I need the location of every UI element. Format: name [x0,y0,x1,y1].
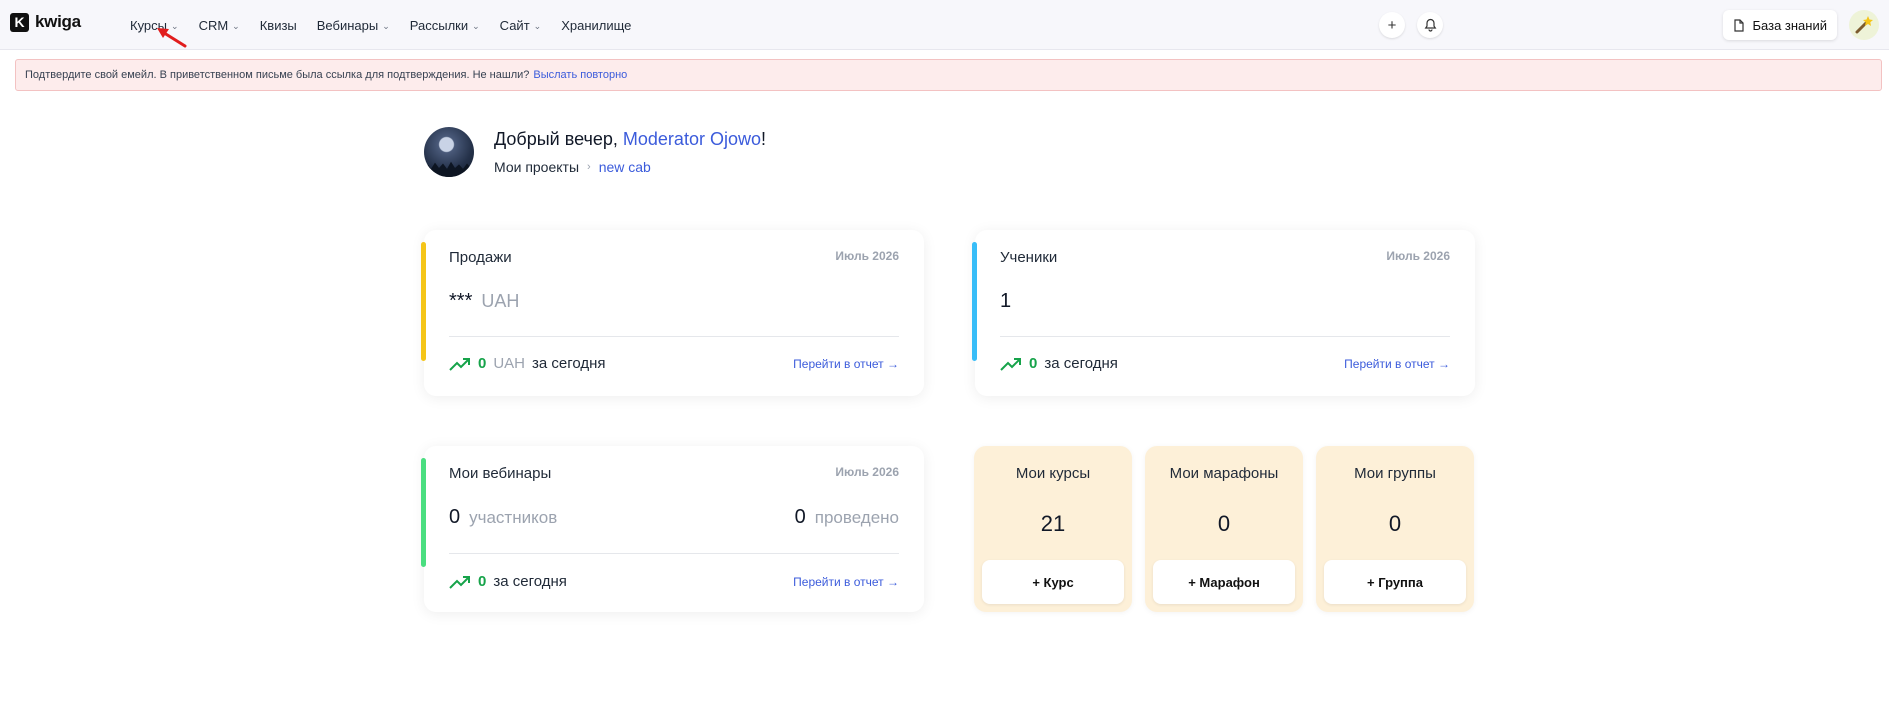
logo[interactable]: K kwiga [10,12,81,32]
nav-item-label: Рассылки [409,17,469,33]
tile-title: Мои группы [1354,465,1436,482]
today-label: за сегодня [493,573,567,590]
top-navbar: K kwiga Курсы ⌄ CRM ⌄ Квизы Вебинары ⌄ Р… [0,0,1889,50]
divider [449,336,899,337]
project-avatar [424,127,474,177]
webinars-accent-bar [421,458,426,567]
nav-item-label: CRM [198,17,229,33]
breadcrumb-root[interactable]: Мои проекты [494,159,579,175]
main-nav: Курсы ⌄ CRM ⌄ Квизы Вебинары ⌄ Рассылки … [120,0,641,50]
trending-up-icon [449,575,470,589]
nav-item-label: Вебинары [316,17,379,33]
email-confirmation-alert: Подтвердите свой емейл. В приветственном… [15,59,1882,91]
today-unit: UAH [493,355,526,372]
add-course-button[interactable]: + Курс [982,560,1124,604]
knowledge-base-button[interactable]: База знаний [1722,10,1837,40]
add-button[interactable]: + [1379,12,1405,38]
tile-count: 0 [1388,511,1402,536]
breadcrumb: Мои проекты › new cab [494,159,651,175]
greeting-prefix: Добрый вечер, [494,129,623,149]
nav-item-label: Сайт [499,17,530,33]
sales-value: *** UAH [449,290,519,313]
add-group-button[interactable]: + Группа [1324,560,1466,604]
wand-icon [1855,16,1873,34]
students-accent-bar [972,242,977,361]
card-date: Июль 2026 [835,249,899,263]
students-value: 1 [1000,290,1011,313]
today-label: за сегодня [532,355,606,372]
webinars-today: 0 за сегодня [449,573,567,590]
card-title: Мои вебинары [449,465,552,482]
greeting-title: Добрый вечер, Moderator Ojowo! [494,129,766,150]
document-link-icon [1733,18,1744,32]
add-marathon-button[interactable]: + Марафон [1153,560,1295,604]
students-card: Ученики Июль 2026 1 0 за сегодня Перейти… [972,230,1475,396]
today-value: 0 [478,573,487,590]
tile-count: 0 [1217,511,1231,536]
webinars-report-link[interactable]: Перейти в отчет → [793,575,899,589]
webinar-participants: 0 участников [449,506,557,529]
trending-up-icon [1000,357,1021,371]
alert-text: Подтвердите свой емейл. В приветственном… [25,69,530,81]
card-title: Продажи [449,249,512,266]
nav-item-mailings[interactable]: Рассылки ⌄ [400,0,490,50]
sales-card: Продажи Июль 2026 *** UAH 0 UAH за сегод… [421,230,924,396]
students-today: 0 за сегодня [1000,355,1118,372]
chevron-right-icon: › [587,161,591,173]
sales-amount: *** [449,290,473,312]
tile-count: 21 [1040,511,1066,536]
chevron-down-icon: ⌄ [533,20,542,31]
tile-title: Мои курсы [1015,465,1091,482]
trending-up-icon [449,357,470,371]
nav-item-crm[interactable]: CRM ⌄ [189,0,250,50]
user-avatar[interactable] [1849,10,1879,40]
nav-item-site[interactable]: Сайт ⌄ [490,0,552,50]
divider [449,553,899,554]
breadcrumb-current[interactable]: new cab [599,159,651,175]
held-value: 0 [794,506,806,528]
webinar-held: 0 проведено [795,506,899,529]
held-label: проведено [814,508,899,527]
sales-report-link[interactable]: Перейти в отчет → [793,357,899,371]
nav-item-webinars[interactable]: Вебинары ⌄ [307,0,400,50]
logo-icon: K [10,12,29,32]
greeting-user[interactable]: Moderator Ojowo [623,129,761,149]
webinars-card: Мои вебинары Июль 2026 0 участников 0 пр… [421,446,924,612]
resend-link[interactable]: Выслать повторно [533,69,627,81]
nav-item-label: Квизы [259,17,297,33]
notifications-button[interactable] [1417,12,1443,38]
logo-text: kwiga [35,12,81,31]
courses-tile: Мои курсы 21 + Курс [974,446,1132,612]
nav-item-quizzes[interactable]: Квизы [250,0,307,50]
nav-item-label: Хранилище [561,17,632,33]
nav-item-storage[interactable]: Хранилище [551,0,641,50]
greeting-suffix: ! [760,129,766,149]
participants-label: участников [469,508,558,527]
participants-value: 0 [449,506,461,528]
today-value: 0 [478,355,487,372]
card-date: Июль 2026 [1386,249,1450,263]
sales-today: 0 UAH за сегодня [449,355,606,372]
chevron-down-icon: ⌄ [382,20,390,31]
card-title: Ученики [1000,249,1058,266]
sales-accent-bar [421,242,426,361]
bell-icon [1424,18,1436,32]
red-arrow-annotation-icon [157,28,187,48]
card-date: Июль 2026 [835,465,899,479]
sales-unit: UAH [481,291,520,311]
marathons-tile: Мои марафоны 0 + Марафон [1145,446,1303,612]
forest-silhouette [424,161,474,177]
divider [1000,336,1450,337]
chevron-down-icon: ⌄ [232,20,240,31]
students-report-link[interactable]: Перейти в отчет → [1344,357,1450,371]
tile-title: Мои марафоны [1169,465,1279,482]
today-value: 0 [1029,355,1038,372]
chevron-down-icon: ⌄ [472,20,480,31]
plus-icon: + [1387,16,1397,34]
today-label: за сегодня [1044,355,1118,372]
students-count: 1 [1000,290,1012,312]
knowledge-base-label: База знаний [1752,17,1828,33]
groups-tile: Мои группы 0 + Группа [1316,446,1474,612]
